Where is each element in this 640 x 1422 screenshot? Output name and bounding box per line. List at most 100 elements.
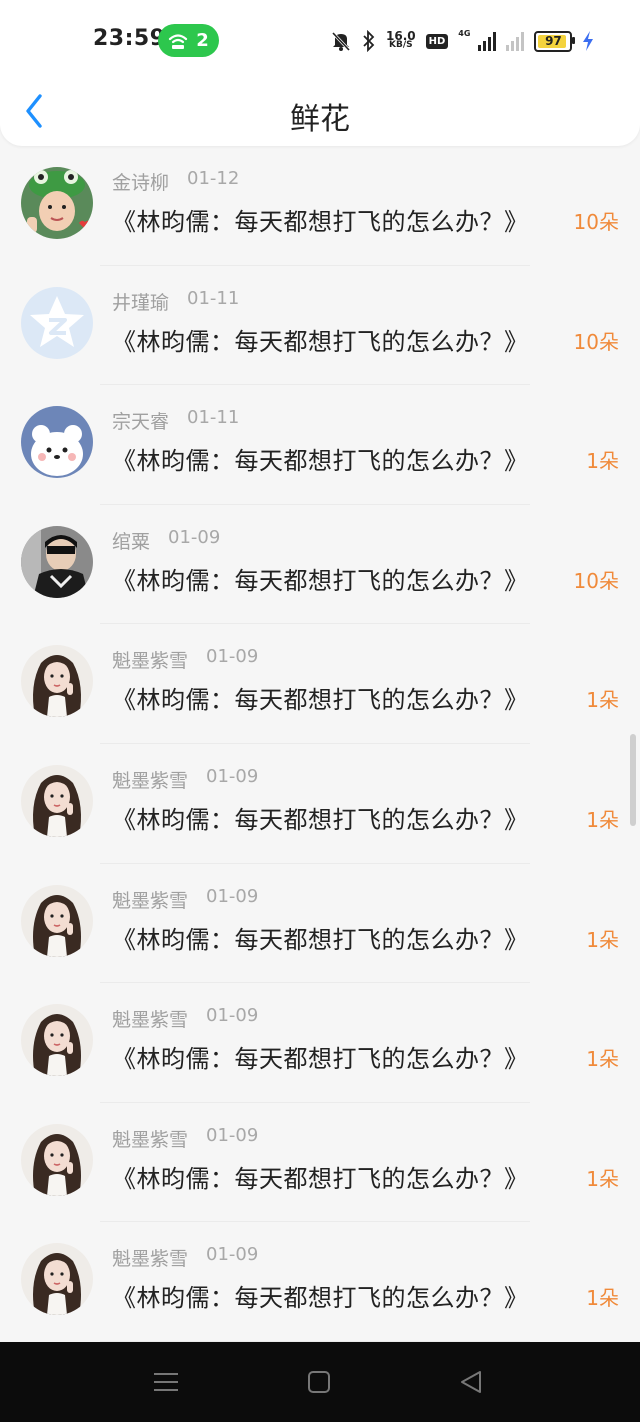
sender-info: 魁墨紫雪 01-09	[112, 1005, 258, 1032]
sender-info: 宗天睿 01-11	[112, 407, 239, 434]
avatar[interactable]	[21, 1123, 93, 1196]
work-title[interactable]: 《林昀儒：每天都想打飞的怎么办？》	[112, 441, 529, 476]
sender-name: 金诗柳	[112, 172, 170, 194]
send-date: 01-09	[206, 1124, 259, 1146]
sender-name: 魁墨紫雪	[112, 889, 189, 912]
system-back-button[interactable]	[448, 1362, 494, 1402]
list-item[interactable]: 魁墨紫雪 01-09 《林昀儒：每天都想打飞的怎么办？》 1朵	[0, 864, 640, 984]
avatar[interactable]	[21, 406, 93, 479]
header: 鲜花	[0, 80, 640, 144]
flower-count: 1朵	[586, 449, 619, 474]
sender-name: 魁墨紫雪	[112, 650, 189, 673]
work-title[interactable]: 《林昀儒：每天都想打飞的怎么办？》	[112, 920, 529, 955]
charging-bolt-icon	[583, 31, 594, 51]
sender-name: 魁墨紫雪	[112, 1009, 189, 1032]
flower-count: 1朵	[586, 1047, 619, 1072]
page-title: 鲜花	[290, 102, 350, 137]
sender-name: 宗天睿	[112, 411, 170, 434]
send-date: 01-09	[206, 765, 259, 787]
sender-info: 魁墨紫雪 01-09	[112, 646, 258, 673]
sender-info: 魁墨紫雪 01-09	[112, 1125, 258, 1152]
home-square-icon	[308, 1371, 330, 1393]
work-title[interactable]: 《林昀儒：每天都想打飞的怎么办？》	[112, 800, 529, 835]
sender-name: 魁墨紫雪	[112, 1248, 189, 1271]
network-type: 4G	[458, 28, 471, 38]
list-item[interactable]: 金诗柳 01-12 《林昀儒：每天都想打飞的怎么办？》 10朵	[0, 146, 640, 266]
home-button[interactable]	[296, 1362, 342, 1402]
sender-info: 魁墨紫雪 01-09	[112, 1244, 258, 1271]
avatar[interactable]	[21, 1243, 93, 1316]
battery-icon: 97	[534, 30, 576, 52]
hd-badge: HD	[425, 33, 449, 49]
sender-info: 井瑾瑜 01-11	[112, 288, 239, 315]
sender-info: 绾粟 01-09	[112, 527, 220, 554]
work-title[interactable]: 《林昀儒：每天都想打飞的怎么办？》	[112, 1278, 529, 1313]
girl-avatar-icon	[21, 1004, 93, 1077]
flower-count: 10朵	[573, 568, 619, 593]
list-item[interactable]: 绾粟 01-09 《林昀儒：每天都想打飞的怎么办？》 10朵	[0, 505, 640, 625]
work-title[interactable]: 《林昀儒：每天都想打飞的怎么办？》	[112, 1159, 529, 1194]
recent-apps-button[interactable]	[143, 1362, 189, 1402]
list-item[interactable]: 魁墨紫雪 01-09 《林昀儒：每天都想打飞的怎么办？》 1朵	[0, 1222, 640, 1342]
flower-list[interactable]: 金诗柳 01-12 《林昀儒：每天都想打飞的怎么办？》 10朵 井瑾瑜 01-1…	[0, 146, 640, 1342]
status-icons: 16.0 KB/S HD 4G 97	[330, 28, 594, 54]
flower-count: 10朵	[573, 210, 619, 234]
status-bar: 23:59 2 16.0 KB/S HD 4G 97	[0, 0, 640, 80]
sender-name: 魁墨紫雪	[112, 1128, 189, 1151]
status-time: 23:59	[93, 26, 166, 51]
bluetooth-icon	[363, 30, 375, 52]
signal-strength-icon	[478, 31, 497, 51]
girl-avatar-icon	[21, 1123, 93, 1196]
girl-avatar-icon	[21, 884, 93, 957]
avatar[interactable]	[21, 167, 93, 239]
sender-name: 井瑾瑜	[112, 291, 170, 314]
work-title[interactable]: 《林昀儒：每天都想打飞的怎么办？》	[112, 561, 529, 596]
hotspot-pill[interactable]: 2	[158, 24, 219, 57]
work-title[interactable]: 《林昀儒：每天都想打飞的怎么办？》	[112, 1039, 529, 1074]
menu-icon	[154, 1373, 178, 1391]
send-date: 01-09	[206, 1244, 259, 1266]
boy-avatar-icon	[21, 525, 93, 598]
sender-info: 魁墨紫雪 01-09	[112, 886, 258, 913]
avatar[interactable]	[21, 1004, 93, 1077]
send-date: 01-09	[206, 885, 259, 907]
list-item[interactable]: 魁墨紫雪 01-09 《林昀儒：每天都想打飞的怎么办？》 1朵	[0, 1103, 640, 1223]
work-title[interactable]: 《林昀儒：每天都想打飞的怎么办？》	[112, 680, 529, 715]
send-date: 01-09	[168, 526, 221, 548]
list-item[interactable]: 井瑾瑜 01-11 《林昀儒：每天都想打飞的怎么办？》 10朵	[0, 266, 640, 386]
sender-info: 金诗柳 01-12	[112, 168, 239, 195]
avatar[interactable]	[21, 764, 93, 837]
flower-count: 1朵	[586, 927, 619, 952]
signal-secondary-icon	[506, 31, 525, 51]
avatar[interactable]	[21, 645, 93, 718]
flower-count: 1朵	[586, 1166, 619, 1191]
send-date: 01-11	[187, 407, 240, 429]
hotspot-count: 2	[196, 30, 209, 51]
sender-name: 魁墨紫雪	[112, 769, 189, 792]
list-item[interactable]: 宗天睿 01-11 《林昀儒：每天都想打飞的怎么办？》 1朵	[0, 385, 640, 505]
scrollbar-thumb[interactable]	[630, 734, 636, 826]
back-triangle-icon	[461, 1371, 481, 1393]
sender-info: 魁墨紫雪 01-09	[112, 766, 258, 793]
list-item[interactable]: 魁墨紫雪 01-09 《林昀儒：每天都想打飞的怎么办？》 1朵	[0, 983, 640, 1103]
default-star-avatar-icon	[21, 286, 93, 359]
flower-count: 10朵	[573, 329, 619, 354]
avatar[interactable]	[21, 286, 93, 359]
send-date: 01-09	[206, 1005, 259, 1027]
flower-count: 1朵	[586, 688, 619, 713]
work-title[interactable]: 《林昀儒：每天都想打飞的怎么办？》	[112, 322, 529, 357]
mute-bell-icon	[331, 31, 351, 52]
list-item[interactable]: 魁墨紫雪 01-09 《林昀儒：每天都想打飞的怎么办？》 1朵	[0, 744, 640, 864]
list-item[interactable]: 魁墨紫雪 01-09 《林昀儒：每天都想打飞的怎么办？》 1朵	[0, 624, 640, 744]
battery-level: 97	[545, 34, 562, 48]
bear-avatar-icon	[21, 406, 93, 479]
avatar[interactable]	[21, 525, 93, 598]
send-date: 01-09	[206, 646, 259, 668]
girl-avatar-icon	[21, 764, 93, 837]
avatar[interactable]	[21, 884, 93, 957]
girl-avatar-icon	[21, 1243, 93, 1316]
hotspot-icon	[169, 33, 188, 49]
work-title[interactable]: 《林昀儒：每天都想打飞的怎么办？》	[112, 202, 529, 237]
send-date: 01-11	[187, 287, 240, 309]
girl-avatar-icon	[21, 645, 93, 718]
